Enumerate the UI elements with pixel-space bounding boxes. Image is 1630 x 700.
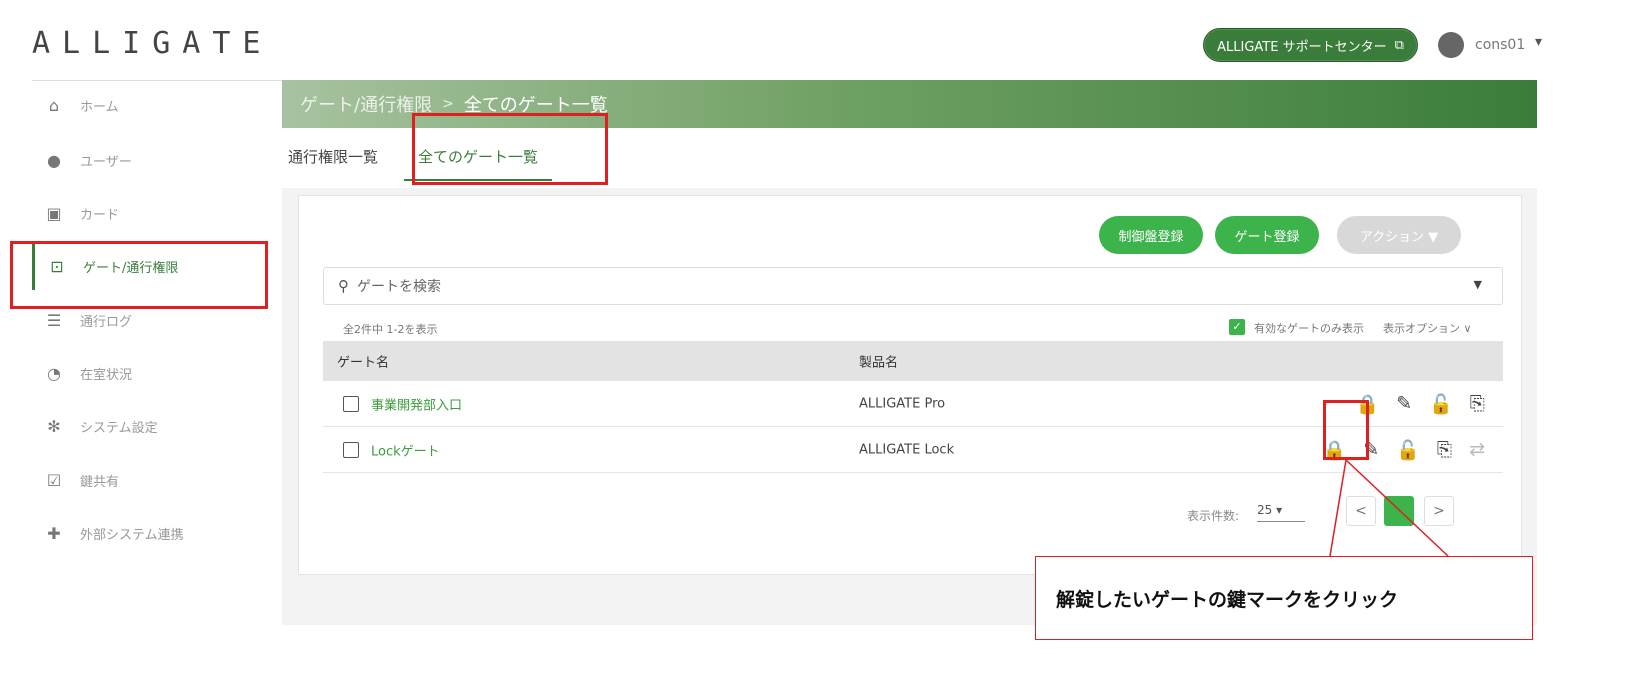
per-page-value: 25 (1257, 503, 1273, 517)
sidebar-item-key-share[interactable]: ☑ 鍵共有 (32, 456, 282, 504)
app-root: ALLIGATE ALLIGATE サポートセンター ⧉ cons01 ▾ ⌂ … (0, 0, 1630, 700)
product-name: ALLIGATE Pro (859, 396, 946, 411)
per-page-select[interactable]: 25 ▾ (1257, 503, 1305, 522)
breadcrumb-separator: > (442, 96, 454, 112)
result-count: 全2件中 1-2を表示 (343, 323, 438, 336)
list-icon: ☰ (46, 310, 62, 330)
gate-list-card: 制御盤登録 ゲート登録 アクション ▼ ⚲ ゲートを検索 ▼ 全2件中 1-2を… (298, 195, 1522, 575)
chevron-down-icon[interactable]: ▼ (1474, 278, 1482, 291)
gate-name-link[interactable]: Lockゲート (371, 440, 440, 459)
sidebar-item-users[interactable]: ● ユーザー (32, 136, 282, 184)
search-input[interactable]: ⚲ ゲートを検索 ▼ (323, 267, 1503, 305)
card-icon: ▣ (46, 203, 62, 223)
external-link-icon: ⧉ (1394, 37, 1404, 53)
sidebar-item-label: 外部システム連携 (80, 527, 184, 543)
user-icon: ● (47, 150, 61, 170)
search-placeholder: ゲートを検索 (357, 279, 441, 295)
sidebar-item-label: システム設定 (80, 420, 158, 436)
prev-page-button[interactable]: < (1346, 496, 1376, 526)
register-gate-button[interactable]: ゲート登録 (1215, 216, 1319, 254)
chevron-down-icon[interactable]: ▾ (1535, 34, 1542, 50)
table-header: ゲート名 製品名 (323, 341, 1503, 381)
user-avatar-icon[interactable] (1438, 32, 1464, 58)
unlock-icon[interactable]: 🔓 (1429, 392, 1453, 415)
unlock-icon-highlight-box (1323, 400, 1369, 460)
sidebar-item-system-settings[interactable]: ✻ システム設定 (32, 402, 282, 450)
row-checkbox[interactable] (343, 395, 359, 412)
search-icon: ⚲ (338, 277, 349, 295)
user-name[interactable]: cons01 (1475, 37, 1525, 53)
app-logo: ALLIGATE (32, 26, 273, 61)
home-icon: ⌂ (48, 95, 60, 115)
sidebar-highlight-box (10, 241, 268, 309)
only-valid-label: 有効なゲートのみ表示 (1254, 322, 1364, 335)
support-center-label: ALLIGATE サポートセンター (1217, 39, 1387, 55)
transfer-icon[interactable]: ⇄ (1469, 438, 1485, 461)
row-actions: 🔒 ✎ 🔓 ⎘ (1356, 392, 1485, 415)
support-center-button[interactable]: ALLIGATE サポートセンター ⧉ (1203, 28, 1418, 62)
unlock-icon[interactable]: 🔓 (1396, 438, 1420, 461)
sidebar-item-label: カード (80, 207, 120, 223)
gate-name-link[interactable]: 事業開発部入口 (371, 394, 462, 413)
column-header-product: 製品名 (859, 355, 899, 371)
display-options-toggle[interactable]: 表示オプション ∨ (1383, 320, 1472, 336)
puzzle-icon: ✚ (47, 523, 61, 543)
tab-access-rights[interactable]: 通行権限一覧 (288, 146, 378, 167)
sidebar-item-cards[interactable]: ▣ カード (32, 189, 282, 237)
sidebar-item-presence[interactable]: ◔ 在室状況 (32, 349, 282, 397)
tab-highlight-box (412, 113, 608, 185)
row-checkbox[interactable] (343, 441, 359, 458)
sidebar-item-home[interactable]: ⌂ ホーム (32, 81, 282, 129)
next-page-button[interactable]: > (1424, 496, 1454, 526)
sidebar-item-external-integration[interactable]: ✚ 外部システム連携 (32, 509, 282, 557)
callout-text: 解錠したいゲートの鍵マークをクリック (1056, 588, 1399, 611)
presence-icon: ◔ (47, 363, 61, 383)
sidebar-item-label: 通行ログ (80, 314, 133, 330)
sidebar-item-label: 在室状況 (80, 367, 133, 383)
sidebar: ⌂ ホーム ● ユーザー ▣ カード ⊡ ゲート/通行権限 ☰ 通行ログ ◔ 在… (32, 80, 282, 625)
edit-icon[interactable]: ✎ (1396, 392, 1412, 415)
checkbox-icon: ☑ (46, 470, 62, 490)
sidebar-item-label: ユーザー (80, 154, 132, 170)
sidebar-item-label: ホーム (80, 99, 119, 115)
gear-icon: ✻ (47, 416, 61, 436)
column-header-gate-name: ゲート名 (337, 355, 390, 371)
callout-box: 解錠したいゲートの鍵マークをクリック (1035, 556, 1533, 640)
actions-button[interactable]: アクション ▼ (1337, 216, 1461, 254)
per-page-label: 表示件数: (1187, 509, 1240, 523)
current-page-button[interactable] (1384, 496, 1414, 526)
register-panel-button[interactable]: 制御盤登録 (1099, 216, 1203, 254)
only-valid-checkbox[interactable]: ✓ (1229, 319, 1245, 335)
export-icon[interactable]: ⎘ (1470, 392, 1485, 415)
product-name: ALLIGATE Lock (859, 442, 955, 457)
export-icon[interactable]: ⎘ (1437, 438, 1452, 461)
sidebar-item-label: 鍵共有 (80, 474, 120, 490)
